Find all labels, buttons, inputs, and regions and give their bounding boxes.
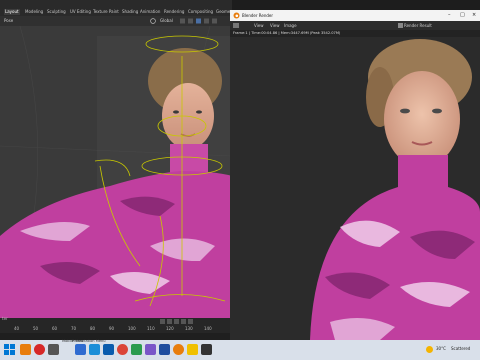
timeline-tick: 120 [166,326,174,331]
yellow-app-icon[interactable] [187,344,198,355]
blender-pinned-icon[interactable] [173,344,184,355]
blender-taskbar-icon[interactable] [20,344,31,355]
purple-app-icon[interactable] [145,344,156,355]
timeline-tick: 70 [71,326,77,331]
timeline-tick: 100 [128,326,136,331]
chrome-icon[interactable] [117,344,128,355]
view-menu[interactable]: View [254,23,264,28]
timeline-tick: 110 [147,326,155,331]
timeline-tick: 90 [109,326,115,331]
close-button[interactable]: × [472,12,476,18]
maximize-button[interactable]: □ [460,12,465,18]
recorder-taskbar-icon[interactable] [34,344,45,355]
blender-logo-icon [233,12,240,19]
tab-modeling[interactable]: Modeling [25,9,43,15]
transform-orientation-icon [150,18,156,24]
viewport-header: Pose Global [0,16,232,26]
editor-type-icon[interactable] [233,23,239,28]
tab-geometry[interactable]: Geome [216,9,230,15]
weather-temp[interactable]: 30°C [436,346,446,351]
image-menu[interactable]: Image [284,23,297,28]
image-icon [398,23,403,28]
mail-icon[interactable] [103,344,114,355]
render-window-titlebar[interactable]: Blender Render – □ × [230,10,480,21]
timeline-tick: 140 [204,326,212,331]
image-editor-header: View View Image Render Result [230,21,480,30]
viewport-tools-icons[interactable] [180,18,220,24]
render-result-image [230,37,480,340]
tab-sculpting[interactable]: Sculpting [47,9,66,15]
timeline-panel[interactable]: ter 40 50 60 70 80 90 100 110 120 130 14… [0,316,232,340]
workspace-tabs-bar: Layout Modeling Sculpting UV Editing Tex… [0,0,232,16]
tab-rendering[interactable]: Rendering [164,9,184,15]
timeline-label: ter [2,316,8,321]
weather-icon [426,346,433,353]
app-taskbar-icon[interactable] [48,344,59,355]
render-stats: Frame:1 | Time:00:04.86 | Mem:3447.69M (… [233,31,341,35]
start-icon[interactable] [4,344,15,355]
taskbar-label-presentation[interactable]: Presentation Menu [72,339,106,343]
tab-compositing[interactable]: Compositing [188,9,213,15]
mode-selector[interactable]: Pose [4,18,13,23]
render-window-title: Blender Render [242,13,274,18]
playback-controls[interactable] [160,318,200,324]
3d-viewport[interactable] [0,26,232,320]
rendered-portrait-icon [310,39,480,340]
timeline-tick: 60 [52,326,58,331]
timeline-tick: 130 [185,326,193,331]
tab-texture-paint[interactable]: Texture Paint [93,9,119,15]
view-menu-2[interactable]: View [270,23,280,28]
tab-shading[interactable]: Shading [122,9,138,15]
orientation-selector[interactable]: Global [160,18,173,23]
playback-buttons-icon[interactable] [160,318,200,325]
tab-uv-editing[interactable]: UV Editing [70,9,91,15]
tab-layout[interactable]: Layout [4,9,20,15]
edge-browser-icon[interactable] [89,344,100,355]
timeline-tick: 40 [14,326,20,331]
timeline-tick: 50 [33,326,39,331]
dark-app-icon[interactable] [201,344,212,355]
word-icon[interactable] [159,344,170,355]
file-explorer-icon[interactable] [75,344,86,355]
minimize-button[interactable]: – [448,12,451,18]
weather-condition[interactable]: Scattered [451,346,470,351]
render-info-bar: Frame:1 | Time:00:04.86 | Mem:3447.69M (… [230,30,480,37]
timeline-tick: 80 [90,326,96,331]
windows-taskbar: Mobile View Presentation Menu 30°C Scatt… [0,339,480,360]
viewport-scene-icon [0,26,232,320]
render-result-selector[interactable]: Render Result [404,23,432,28]
green-app-icon[interactable] [131,344,142,355]
tab-animation[interactable]: Animation [140,9,160,15]
